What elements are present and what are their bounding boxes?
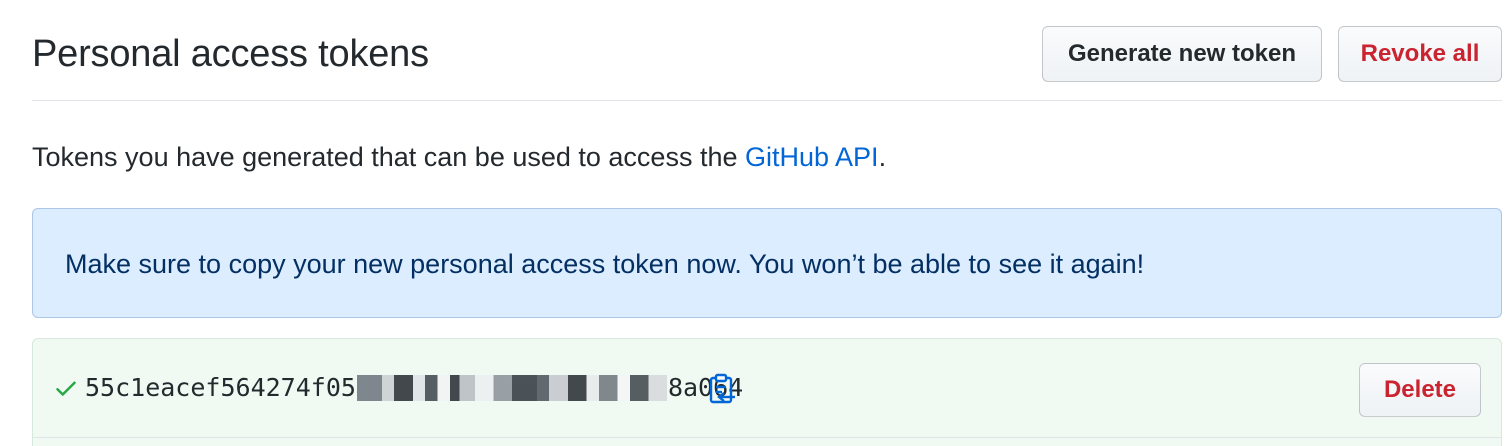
revoke-all-button[interactable]: Revoke all (1338, 26, 1502, 82)
header-divider (32, 100, 1502, 101)
copy-token-notice: Make sure to copy your new personal acce… (32, 208, 1502, 318)
token-value[interactable]: 55c1eacef564274f05 8a064 (85, 369, 743, 407)
check-icon (56, 381, 76, 396)
description-text: Tokens you have generated that can be us… (32, 142, 745, 172)
github-api-link[interactable]: GitHub API (745, 142, 879, 172)
generate-new-token-button[interactable]: Generate new token (1042, 26, 1322, 82)
token-row-divider (33, 437, 1501, 438)
new-token-row: 55c1eacef564274f05 8a064 Delete (32, 338, 1502, 446)
token-settings-page: Personal access tokens Generate new toke… (0, 0, 1512, 446)
clipboard-icon[interactable] (707, 373, 737, 405)
notice-message: Make sure to copy your new personal acce… (65, 249, 1145, 279)
page-title: Personal access tokens (32, 33, 429, 75)
description-period: . (878, 142, 887, 172)
redacted-token-segment (356, 375, 667, 401)
token-prefix: 55c1eacef564274f05 (85, 373, 356, 402)
tokens-description: Tokens you have generated that can be us… (32, 138, 886, 176)
delete-token-button[interactable]: Delete (1359, 363, 1481, 417)
